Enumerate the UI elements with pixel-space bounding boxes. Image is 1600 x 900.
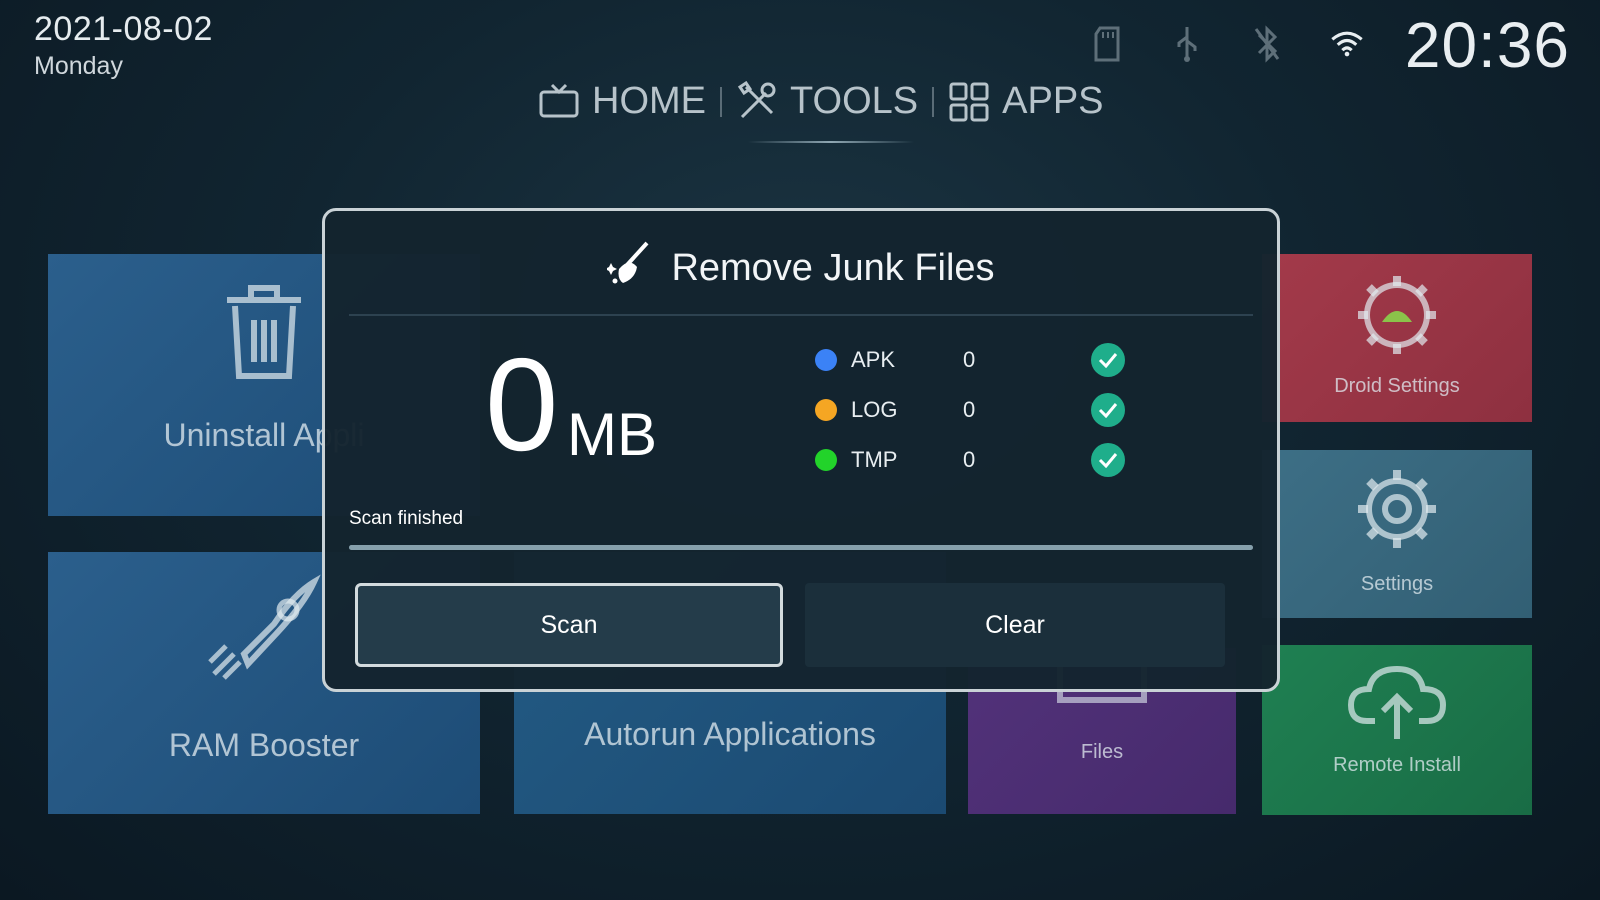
usb-icon xyxy=(1170,24,1204,64)
tab-tools-label: TOOLS xyxy=(790,80,919,122)
dialog-title: Remove Junk Files xyxy=(325,239,1277,297)
category-name: LOG xyxy=(851,397,898,422)
category-name: APK xyxy=(851,347,896,372)
trash-icon xyxy=(219,276,309,391)
check-icon[interactable] xyxy=(1091,443,1125,477)
sd-card-icon xyxy=(1090,24,1124,64)
status-icons xyxy=(1090,24,1364,64)
category-count: 0 xyxy=(963,347,976,372)
scan-button[interactable]: Scan xyxy=(355,583,783,667)
cloud-upload-icon xyxy=(1347,659,1447,748)
junk-size-value: 0 xyxy=(485,331,559,478)
category-row-apk: APK 0 xyxy=(815,343,1125,377)
category-count: 0 xyxy=(963,397,976,422)
category-row-log: LOG 0 xyxy=(815,393,1125,427)
date-label: 2021-08-02 xyxy=(34,10,213,48)
category-color-dot xyxy=(815,399,837,421)
check-icon[interactable] xyxy=(1091,343,1125,377)
tile-files-label: Files xyxy=(1080,741,1124,763)
launcher-screen: 2021-08-02 Monday 20:36 HOME TOOLS APPS … xyxy=(0,0,1600,900)
category-row-tmp: TMP 0 xyxy=(815,443,1125,477)
tile-remote-install-label: Remote Install xyxy=(1333,754,1461,776)
tab-home-label: HOME xyxy=(592,80,706,122)
tab-home[interactable]: HOME xyxy=(528,80,716,123)
tile-settings-label: Settings xyxy=(1360,573,1434,595)
scan-progress-bar xyxy=(349,545,1253,550)
dialog-title-text: Remove Junk Files xyxy=(671,246,995,289)
tile-remote-install[interactable]: Remote Install xyxy=(1262,645,1532,815)
apps-grid-icon xyxy=(948,81,990,123)
clock: 20:36 xyxy=(1404,9,1570,81)
wifi-icon xyxy=(1330,24,1364,64)
category-color-dot xyxy=(815,449,837,471)
android-gear-icon xyxy=(1352,270,1442,365)
check-icon[interactable] xyxy=(1091,393,1125,427)
broom-icon xyxy=(605,239,657,297)
category-count: 0 xyxy=(963,447,976,472)
tab-apps-label: APPS xyxy=(1002,80,1104,122)
tile-droid-settings-label: Droid Settings xyxy=(1334,375,1460,397)
tile-ram-booster-label: RAM Booster xyxy=(168,727,360,763)
bluetooth-icon xyxy=(1250,24,1284,64)
tile-autorun-label: Autorun Applications xyxy=(584,716,876,752)
tools-icon xyxy=(736,80,778,123)
junk-size-unit: MB xyxy=(567,401,657,468)
tab-apps[interactable]: APPS xyxy=(938,80,1113,123)
remove-junk-files-dialog: Remove Junk Files 0 MB APK 0 LOG 0 TMP 0 xyxy=(322,208,1280,692)
weekday-label: Monday xyxy=(34,52,123,80)
dialog-divider xyxy=(349,314,1253,316)
nav-divider xyxy=(720,86,722,117)
scan-progress-fill xyxy=(349,545,1253,550)
scan-status-text: Scan finished xyxy=(349,508,464,529)
category-name: TMP xyxy=(851,447,898,472)
nav-divider xyxy=(932,86,935,117)
tab-tools[interactable]: TOOLS xyxy=(726,80,928,143)
tile-droid-settings[interactable]: Droid Settings xyxy=(1262,254,1532,422)
top-nav: HOME TOOLS APPS xyxy=(528,80,1114,143)
tv-icon xyxy=(538,83,580,121)
rocket-icon xyxy=(204,574,324,689)
tile-settings[interactable]: Settings xyxy=(1262,450,1532,618)
clear-button[interactable]: Clear xyxy=(805,583,1225,667)
category-color-dot xyxy=(815,349,837,371)
gear-icon xyxy=(1352,464,1442,559)
